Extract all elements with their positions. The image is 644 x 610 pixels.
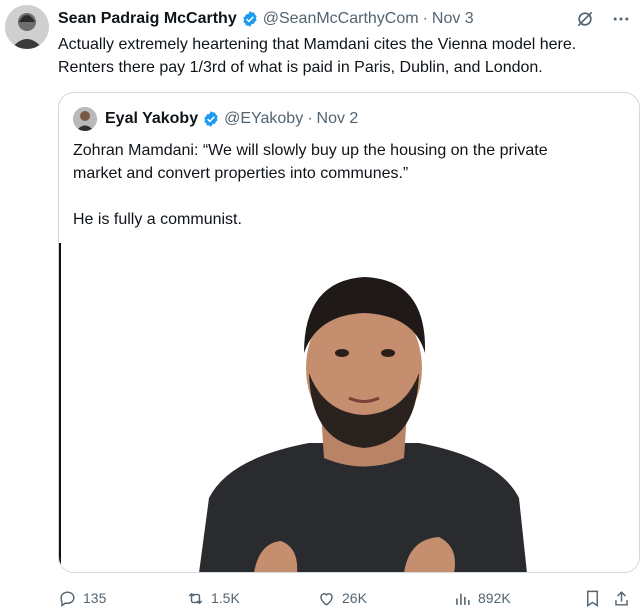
reply-count: 135	[83, 590, 107, 606]
views-count: 892K	[478, 590, 511, 606]
like-count: 26K	[342, 590, 367, 606]
video-edge	[59, 243, 61, 572]
tweet-header: Sean Padraig McCarthy @SeanMcCarthyCom ·…	[58, 8, 632, 30]
quoted-author-name[interactable]: Eyal Yakoby	[105, 110, 198, 128]
verified-badge-icon	[202, 110, 220, 128]
quoted-author-avatar[interactable]	[73, 107, 97, 131]
like-button[interactable]: 26K	[317, 589, 453, 608]
share-icon	[615, 590, 628, 606]
quoted-tweet[interactable]: Eyal Yakoby @EYakoby · Nov 2 Zohran Mamd…	[58, 92, 640, 573]
repost-icon	[188, 592, 203, 604]
reply-button[interactable]: 135	[58, 589, 186, 608]
author-name[interactable]: Sean Padraig McCarthy	[58, 10, 237, 28]
repost-button[interactable]: 1.5K	[186, 589, 317, 608]
share-button[interactable]	[612, 589, 636, 608]
video-frame	[199, 277, 527, 572]
author-handle[interactable]: @SeanMcCarthyCom	[263, 10, 419, 28]
bookmark-icon	[587, 590, 598, 607]
author-avatar[interactable]	[5, 5, 49, 49]
tweet-actions: 135 1.5K 26K 892K	[58, 586, 640, 610]
heart-icon	[320, 592, 333, 606]
verified-badge-icon	[241, 10, 259, 28]
quoted-author-handle[interactable]: @EYakoby	[224, 110, 303, 128]
repost-count: 1.5K	[211, 590, 240, 606]
bookmark-button[interactable]	[583, 589, 612, 608]
more-icon[interactable]	[610, 8, 632, 30]
quoted-tweet-text: Zohran Mamdani: “We will slowly buy up t…	[73, 142, 548, 228]
separator-dot: ·	[422, 10, 428, 27]
tweet-date[interactable]: Nov 3	[432, 10, 474, 28]
views-button[interactable]: 892K	[453, 589, 583, 608]
quoted-tweet-date[interactable]: Nov 2	[317, 110, 359, 128]
separator-dot: ·	[307, 110, 313, 127]
quoted-video[interactable]	[59, 243, 639, 572]
quoted-tweet-header: Eyal Yakoby @EYakoby · Nov 2	[73, 107, 358, 131]
views-icon	[456, 593, 470, 605]
tweet-text: Actually extremely heartening that Mamda…	[58, 36, 577, 76]
grok-icon[interactable]	[574, 8, 596, 30]
reply-icon	[60, 590, 75, 607]
